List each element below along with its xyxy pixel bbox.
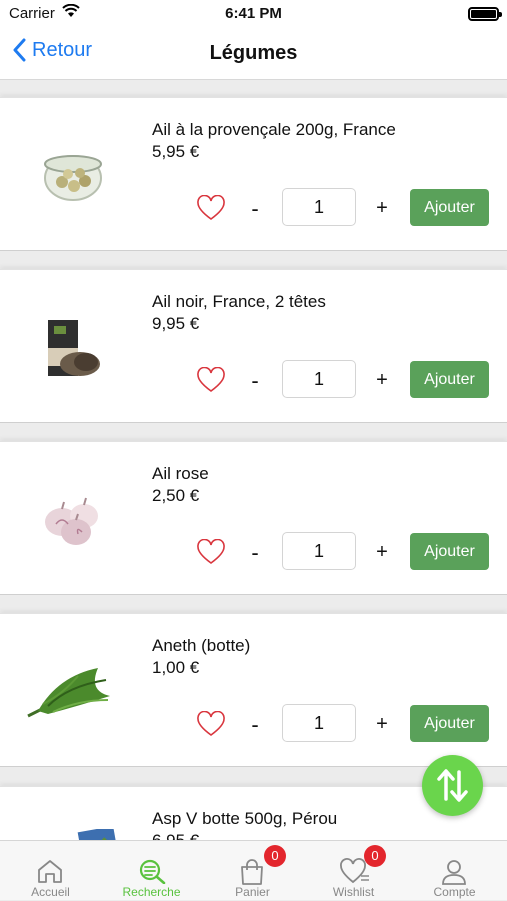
product-name: Asp V botte 500g, Pérou	[152, 809, 338, 828]
cart-badge: 0	[264, 845, 286, 867]
increment-button[interactable]: +	[373, 197, 391, 220]
wishlist-heart-icon[interactable]	[196, 539, 226, 565]
sort-button[interactable]	[422, 755, 483, 816]
product-card: Ail à la provençale 200g, France 5,95 € …	[0, 97, 507, 251]
product-price: 6,95 €	[152, 831, 199, 840]
search-icon	[139, 859, 166, 884]
user-icon	[442, 860, 466, 885]
tab-compte[interactable]: Compte	[404, 841, 505, 901]
product-card: Ail rose 2,50 € - 1 + Ajouter	[0, 441, 507, 595]
product-name: Ail noir, France, 2 têtes	[152, 292, 326, 311]
product-price: 2,50 €	[152, 486, 200, 505]
product-image-asparagus	[77, 829, 118, 840]
quantity-field[interactable]: 1	[282, 188, 356, 226]
tab-label: Accueil	[31, 885, 70, 899]
increment-button[interactable]: +	[373, 369, 391, 392]
decrement-button[interactable]: -	[246, 196, 264, 222]
quantity-field[interactable]: 1	[282, 704, 356, 742]
wishlist-badge: 0	[364, 845, 386, 867]
product-price: 5,95 €	[152, 142, 200, 161]
clock: 6:41 PM	[225, 5, 282, 22]
increment-button[interactable]: +	[373, 541, 391, 564]
decrement-button[interactable]: -	[246, 712, 264, 738]
decrement-button[interactable]: -	[246, 540, 264, 566]
decrement-button[interactable]: -	[246, 368, 264, 394]
bag-icon	[241, 859, 263, 885]
product-list[interactable]: Ail à la provençale 200g, France 5,95 € …	[0, 80, 507, 840]
tab-panier[interactable]: 0 Panier	[202, 841, 303, 901]
tab-recherche[interactable]: Recherche	[101, 841, 202, 901]
quantity-field[interactable]: 1	[282, 532, 356, 570]
product-price: 9,95 €	[152, 314, 200, 333]
product-image-dill	[27, 668, 110, 718]
product-card: Ail noir, France, 2 têtes 9,95 € - 1 + A…	[0, 269, 507, 423]
add-to-cart-button[interactable]: Ajouter	[410, 705, 489, 742]
add-to-cart-button[interactable]: Ajouter	[410, 189, 489, 226]
wishlist-heart-icon[interactable]	[196, 711, 226, 737]
product-image-pink-garlic	[45, 497, 98, 545]
home-icon	[38, 860, 62, 883]
tab-label: Compte	[433, 885, 476, 899]
product-name: Aneth (botte)	[152, 636, 251, 655]
product-name: Ail à la provençale 200g, France	[152, 120, 396, 139]
battery-icon	[468, 7, 502, 21]
tab-wishlist[interactable]: 0 Wishlist	[303, 841, 404, 901]
wishlist-heart-icon[interactable]	[196, 195, 226, 221]
sort-arrows-icon	[437, 769, 468, 802]
increment-button[interactable]: +	[373, 713, 391, 736]
tab-label: Recherche	[122, 885, 181, 899]
product-image-black-garlic	[48, 320, 100, 376]
status-bar: Carrier 6:41 PM	[0, 0, 507, 28]
product-price: 1,00 €	[152, 658, 200, 677]
tab-label: Wishlist	[332, 885, 375, 899]
product-image-garlic-jar	[44, 155, 102, 201]
nav-bar: Retour Légumes	[0, 28, 507, 80]
quantity-field[interactable]: 1	[282, 360, 356, 398]
add-to-cart-button[interactable]: Ajouter	[410, 533, 489, 570]
tab-accueil[interactable]: Accueil	[0, 841, 101, 901]
product-name: Ail rose	[152, 464, 209, 483]
product-card: Aneth (botte) 1,00 € - 1 + Ajouter	[0, 613, 507, 767]
tab-bar: Accueil Recherche 0 Panier 0 Wishlist Co…	[0, 840, 507, 900]
wishlist-heart-icon[interactable]	[196, 367, 226, 393]
add-to-cart-button[interactable]: Ajouter	[410, 361, 489, 398]
page-title: Légumes	[209, 42, 298, 64]
tab-label: Panier	[235, 885, 270, 899]
